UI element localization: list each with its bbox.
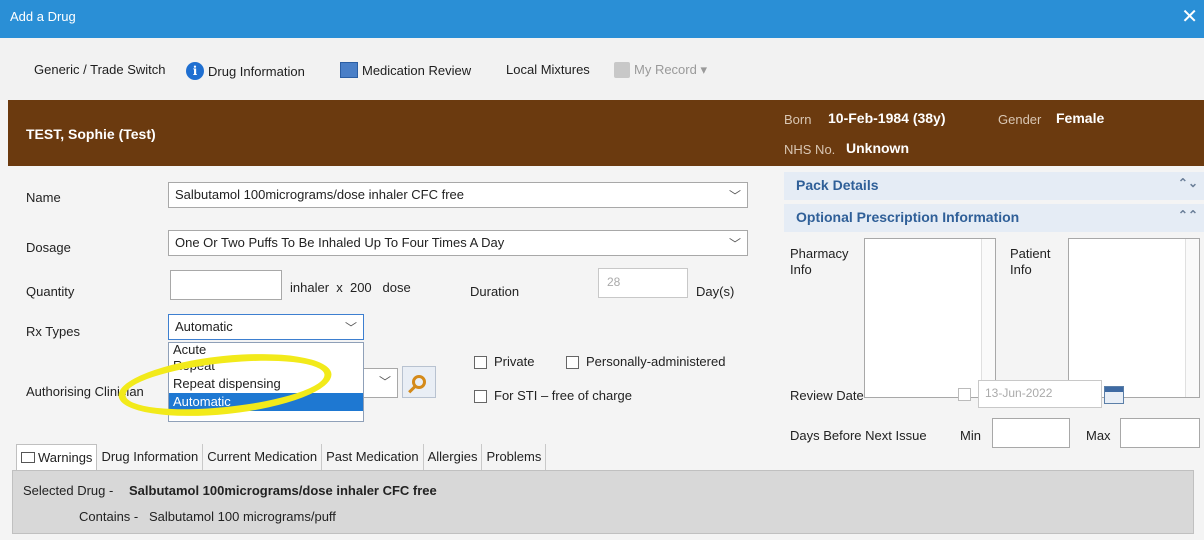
patient-name: TEST, Sophie (Test) [26,126,156,142]
personally-administered-label: Personally-administered [586,354,726,369]
tab-label: Drug Information [101,449,199,464]
medication-review-icon [340,62,358,78]
chevron-down-icon: ﹀ [728,237,741,251]
max-input[interactable] [1120,418,1200,448]
clinician-lookup-button[interactable] [402,366,436,398]
born-label: Born [784,112,812,127]
medication-review-button[interactable]: Medication Review [340,62,471,78]
nhs-value: Unknown [846,140,909,156]
drug-information-button[interactable]: i Drug Information [186,62,305,80]
rx-types-value: Automatic [175,319,233,334]
nhs-label: NHS No. [784,142,836,157]
collapse-icon[interactable]: ⌃⌃ [1178,208,1198,222]
patient-banner: TEST, Sophie (Test) Born 10-Feb-1984 (38… [8,100,1204,166]
rx-types-label: Rx Types [26,324,80,339]
info-tabs: Warnings Drug Information Current Medica… [16,444,547,470]
dosage-combo[interactable]: One Or Two Puffs To Be Inhaled Up To Fou… [168,230,748,256]
tab-label: Problems [486,449,542,464]
gender-label: Gender [998,112,1042,127]
review-date-value: 13-Jun-2022 [985,386,1053,400]
patient-info-label: Patient Info [1010,246,1051,277]
min-label: Min [960,428,981,443]
quantity-label: Quantity [26,284,75,299]
toolbar: Generic / Trade Switch i Drug Informatio… [0,38,1204,100]
gender-value: Female [1056,110,1105,126]
tab-current-medication[interactable]: Current Medication [203,444,323,470]
selected-drug-panel: Selected Drug - Salbutamol 100micrograms… [12,470,1194,534]
contains-label: Contains - [79,509,139,524]
born-value: 10-Feb-1984 (38y) [828,110,946,126]
duration-value: 28 [607,275,621,289]
tab-allergies[interactable]: Allergies [423,444,483,470]
quantity-unit: inhaler x 200 dose [290,280,411,295]
rx-types-combo[interactable]: Automatic ﹀ [168,314,364,340]
pharmacy-info-textarea[interactable] [864,238,996,398]
medication-review-label: Medication Review [362,62,472,78]
pack-details-header[interactable]: Pack Details ⌃⌄ [784,172,1204,200]
sti-checkbox[interactable] [474,390,487,403]
private-label: Private [494,354,535,369]
optional-info-header[interactable]: Optional Prescription Information ⌃⌃ [784,204,1204,232]
max-label: Max [1086,428,1111,443]
tab-drug-information[interactable]: Drug Information [97,444,204,470]
optional-info-title: Optional Prescription Information [796,209,1020,225]
personally-administered-checkbox[interactable] [566,356,579,369]
selected-drug-label: Selected Drug - [23,483,114,498]
review-date-label: Review Date [790,388,864,403]
scrollbar[interactable] [1185,239,1199,397]
close-icon[interactable]: ✕ [1181,4,1198,29]
duration-label: Duration [470,284,520,299]
pack-details-title: Pack Details [796,177,879,193]
tab-label: Allergies [427,449,478,464]
tab-label: Warnings [38,450,93,465]
selected-drug-value: Salbutamol 100micrograms/dose inhaler CF… [129,483,437,498]
scrollbar[interactable] [981,239,995,397]
tab-past-medication[interactable]: Past Medication [322,444,424,470]
tab-problems[interactable]: Problems [482,444,547,470]
drug-name-value: Salbutamol 100micrograms/dose inhaler CF… [175,187,465,202]
contains-value: Salbutamol 100 micrograms/puff [149,509,336,524]
min-input[interactable] [992,418,1070,448]
drug-name-combo[interactable]: Salbutamol 100micrograms/dose inhaler CF… [168,182,748,208]
title-bar: Add a Drug ✕ [0,0,1204,38]
generic-trade-switch-button[interactable]: Generic / Trade Switch [34,62,166,77]
quantity-input[interactable] [170,270,282,300]
name-label: Name [26,190,61,205]
window-title: Add a Drug [10,9,76,24]
calendar-icon[interactable] [1104,386,1124,404]
sti-label: For STI – free of charge [494,388,633,403]
dosage-value: One Or Two Puffs To Be Inhaled Up To Fou… [175,235,505,250]
info-icon: i [186,62,204,80]
chevron-down-icon: ﹀ [378,375,391,389]
my-record-icon [614,62,630,78]
duration-input[interactable]: 28 [598,268,688,298]
chevron-down-icon: ﹀ [344,321,357,335]
pharmacy-info-label: Pharmacy Info [790,246,849,277]
expand-icon[interactable]: ⌃⌄ [1178,176,1198,190]
local-mixtures-button[interactable]: Local Mixtures [506,62,590,77]
tab-label: Past Medication [326,449,419,464]
tab-warnings[interactable]: Warnings [16,444,98,470]
days-before-label: Days Before Next Issue [790,428,927,443]
review-date-checkbox[interactable] [958,388,971,401]
search-icon [412,375,426,389]
private-checkbox[interactable] [474,356,487,369]
duration-unit: Day(s) [696,284,735,299]
generic-trade-label: Generic / Trade Switch [34,62,166,77]
dosage-label: Dosage [26,240,71,255]
tab-label: Current Medication [207,449,318,464]
my-record-label: My Record ▾ [634,62,707,77]
drug-information-label: Drug Information [208,63,305,79]
my-record-button[interactable]: My Record ▾ [614,62,707,78]
chevron-down-icon: ﹀ [728,189,741,203]
patient-info-textarea[interactable] [1068,238,1200,398]
local-mixtures-label: Local Mixtures [506,62,590,77]
review-date-input[interactable]: 13-Jun-2022 [978,380,1102,408]
warnings-icon [21,452,35,463]
